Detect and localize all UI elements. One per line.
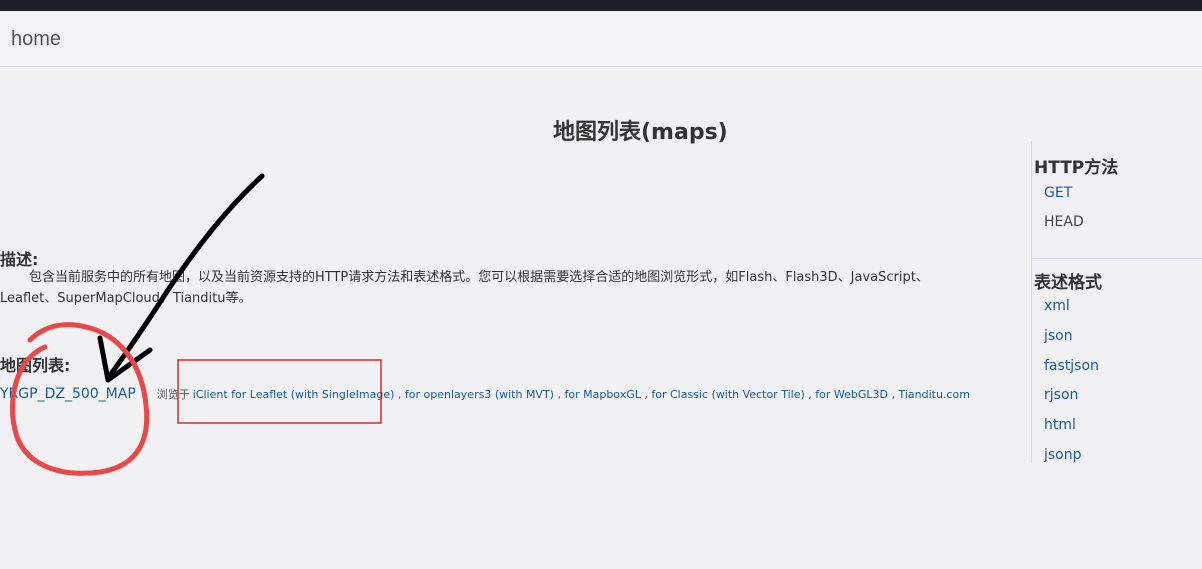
window-top-bar (0, 0, 1202, 11)
client-link-mapboxgl[interactable]: for MapboxGL (564, 388, 640, 401)
http-method-head: HEAD (1044, 214, 1084, 230)
client-link-openlayers3[interactable]: for openlayers3 (with MVT) (405, 388, 554, 401)
formats-heading: 表述格式 (1034, 273, 1102, 293)
client-link-leaflet-singleimage[interactable]: iClient for Leaflet (with SingleImage) (193, 388, 395, 401)
description-line-2: Leaflet、SuperMapCloud、Tianditu等。 (0, 291, 252, 306)
link-separator: , (891, 388, 895, 401)
link-separator: , (397, 388, 402, 401)
client-link-tianditu[interactable]: Tianditu.com (898, 388, 969, 401)
annotation-arrow-head (97, 335, 153, 383)
http-methods-heading: HTTP方法 (1034, 158, 1119, 178)
map-list-heading: 地图列表: (0, 356, 71, 375)
link-separator: , (808, 388, 812, 401)
description-text: 包含当前服务中的所有地图，以及当前资源支持的HTTP请求方法和表述格式。您可以根… (0, 267, 1000, 309)
format-html[interactable]: html (1044, 417, 1076, 433)
sidebar: HTTP方法 GET HEAD 表述格式 xml json fastjson r… (1031, 141, 1202, 463)
link-separator: , (557, 388, 561, 401)
browse-label: 浏览于 (156, 388, 190, 401)
navbar: home (0, 11, 1202, 67)
format-fastjson[interactable]: fastjson (1044, 358, 1099, 374)
home-link[interactable]: home (11, 28, 61, 51)
format-json[interactable]: json (1044, 328, 1073, 344)
format-jsonp[interactable]: jsonp (1044, 447, 1082, 463)
client-link-classic[interactable]: for Classic (with Vector Tile) (651, 388, 804, 401)
map-name-link[interactable]: YRGP_DZ_500_MAP (0, 386, 136, 402)
map-list-item: YRGP_DZ_500_MAP 浏览于 iClient for Leaflet (w… (0, 386, 970, 402)
client-link-webgl3d[interactable]: for WebGL3D (815, 388, 888, 401)
sidebar-divider (1032, 258, 1202, 259)
page-title: 地图列表(maps) (553, 120, 728, 145)
description-line-1: 包含当前服务中的所有地图，以及当前资源支持的HTTP请求方法和表述格式。您可以根… (29, 270, 929, 285)
format-xml[interactable]: xml (1044, 298, 1070, 314)
format-rjson[interactable]: rjson (1044, 387, 1078, 403)
http-method-get[interactable]: GET (1044, 185, 1072, 201)
link-separator: , (644, 388, 648, 401)
